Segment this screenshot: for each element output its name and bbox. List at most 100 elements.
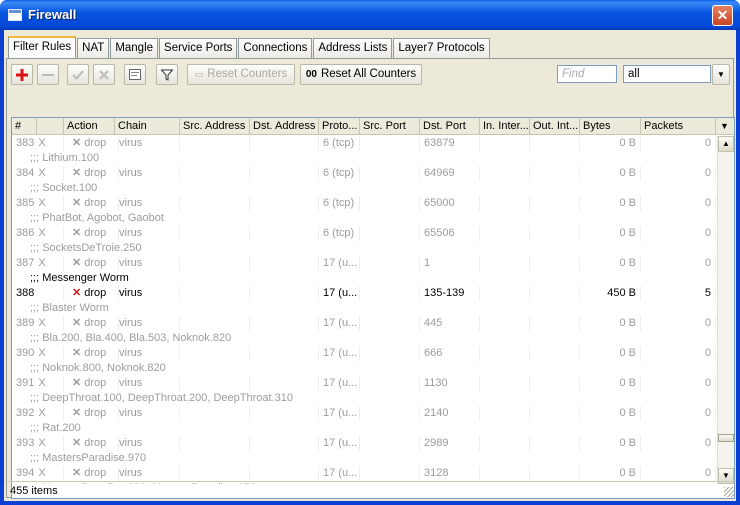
filter-button[interactable] xyxy=(156,64,178,85)
tab-nat[interactable]: NAT xyxy=(77,38,110,58)
action-label: drop xyxy=(84,377,107,389)
table-row[interactable]: 388 ✕ drop virus 17 (u... 135-139 450 B5 xyxy=(12,286,716,301)
col-chain[interactable]: Chain xyxy=(115,118,180,135)
title-bar[interactable]: Firewall ✕ xyxy=(0,0,740,30)
remove-button[interactable] xyxy=(37,64,59,85)
close-button[interactable]: ✕ xyxy=(712,5,733,26)
cell-src-port xyxy=(360,346,420,361)
rule-comment-row[interactable]: ;;; PhatBot, Agobot, Gaobot xyxy=(12,211,716,226)
tab-address-lists[interactable]: Address Lists xyxy=(313,38,393,58)
cell-chain: virus xyxy=(115,376,180,391)
rule-number: 387 xyxy=(16,257,35,269)
vertical-scrollbar[interactable]: ▲ ▼ xyxy=(717,136,734,484)
disable-button[interactable] xyxy=(93,64,115,85)
rule-comment-row[interactable]: ;;; MastersParadise.970 xyxy=(12,451,716,466)
table-row[interactable]: 386 X ✕ drop virus 6 (tcp) 65506 0 B0 xyxy=(12,226,716,241)
tab-layer7-protocols[interactable]: Layer7 Protocols xyxy=(393,38,490,58)
find-input[interactable]: Find xyxy=(557,65,617,83)
cell-protocol: 17 (u... xyxy=(319,436,360,451)
reset-counters-button[interactable]: ▭ Reset Counters xyxy=(187,64,295,85)
cell-packets: 0 xyxy=(641,466,716,481)
tab-filter-rules[interactable]: Filter Rules xyxy=(8,36,77,58)
tab-mangle[interactable]: Mangle xyxy=(110,38,159,58)
scroll-up-icon[interactable]: ▲ xyxy=(718,136,734,152)
table-row[interactable]: 383 X ✕ drop virus 6 (tcp) 63879 0 B0 xyxy=(12,136,716,151)
rule-comment-row[interactable]: ;;; SocketsDeTroie.250 xyxy=(12,241,716,256)
disabled-flag: X xyxy=(38,347,46,359)
table-body: 383 X ✕ drop virus 6 (tcp) 63879 0 B 0;;; Lithiu… xyxy=(12,136,716,484)
table-row[interactable]: 392 X ✕ drop virus 17 (u... 2140 0 B0 xyxy=(12,406,716,421)
tab-connections[interactable]: Connections xyxy=(238,38,313,58)
cell-in-interface xyxy=(480,466,530,481)
cell-dst-port: 445 xyxy=(420,316,480,331)
table-row[interactable]: 391 X ✕ drop virus 17 (u... 1130 0 B0 xyxy=(12,376,716,391)
drop-icon: ✕ xyxy=(72,347,82,359)
cell-action: ✕ drop xyxy=(68,196,119,211)
enable-button[interactable] xyxy=(67,64,89,85)
disabled-flag: X xyxy=(38,137,46,149)
column-menu-icon[interactable]: ▼ xyxy=(715,118,734,135)
col-src-port[interactable]: Src. Port xyxy=(360,118,420,135)
reset-all-counters-button[interactable]: 00 Reset All Counters xyxy=(300,64,422,85)
note-icon xyxy=(129,69,141,80)
rule-comment: ;;; PhatBot, Agobot, Gaobot xyxy=(30,212,164,224)
cell-number: 384 X xyxy=(12,166,64,181)
table-row[interactable]: 385 X ✕ drop virus 6 (tcp) 65000 0 B0 xyxy=(12,196,716,211)
add-button[interactable] xyxy=(11,64,33,85)
status-bar: 455 items xyxy=(4,481,736,499)
cell-src-address xyxy=(180,286,250,301)
cell-number: 390 X xyxy=(12,346,64,361)
cell-chain: virus xyxy=(115,226,180,241)
tab-service-ports[interactable]: Service Ports xyxy=(159,38,238,58)
cell-dst-port: 1130 xyxy=(420,376,480,391)
cell-packets: 0 xyxy=(641,196,716,211)
action-label: drop xyxy=(84,317,107,329)
table-row[interactable]: 384 X ✕ drop virus 6 (tcp) 64969 0 B0 xyxy=(12,166,716,181)
rule-number: 386 xyxy=(16,227,35,239)
rule-comment-row[interactable]: ;;; Socket.100 xyxy=(12,181,716,196)
cell-chain: virus xyxy=(115,346,180,361)
filter-select[interactable]: all xyxy=(623,65,711,83)
rule-comment-row[interactable]: ;;; Bla.200, Bla.400, Bla.503, Noknok.82… xyxy=(12,331,716,346)
cell-src-port xyxy=(360,286,420,301)
cell-src-address xyxy=(180,136,250,151)
rule-comment-row[interactable]: ;;; Rat.200 xyxy=(12,421,716,436)
rule-number: 385 xyxy=(16,197,35,209)
col-action[interactable]: Action xyxy=(64,118,115,135)
action-label: drop xyxy=(84,167,107,179)
rule-comment-row[interactable]: ;;; Messenger Worm xyxy=(12,271,716,286)
resize-grip-icon[interactable] xyxy=(724,487,734,497)
rule-number: 388 xyxy=(16,287,35,299)
table-row[interactable]: 387 X ✕ drop virus 17 (u... 1 0 B0 xyxy=(12,256,716,271)
cell-out-interface xyxy=(530,466,580,481)
cell-dst-port: 3128 xyxy=(420,466,480,481)
rule-comment-row[interactable]: ;;; Lithium.100 xyxy=(12,151,716,166)
cell-out-interface xyxy=(530,166,580,181)
col-src-address[interactable]: Src. Address xyxy=(180,118,250,135)
table-row[interactable]: 393 X ✕ drop virus 17 (u... 2989 0 B0 xyxy=(12,436,716,451)
cell-in-interface xyxy=(480,286,530,301)
col-flags[interactable] xyxy=(37,118,64,135)
col-protocol[interactable]: Proto... xyxy=(319,118,360,135)
col-dst-address[interactable]: Dst. Address xyxy=(250,118,319,135)
table-row[interactable]: 390 X ✕ drop virus 17 (u... 666 0 B0 xyxy=(12,346,716,361)
table-row[interactable]: 389 X ✕ drop virus 17 (u... 445 0 B0 xyxy=(12,316,716,331)
cell-bytes: 450 B xyxy=(580,286,641,301)
rule-comment-row[interactable]: ;;; Blaster Worm xyxy=(12,301,716,316)
cell-bytes: 0 B xyxy=(580,406,641,421)
col-in-interface[interactable]: In. Inter... xyxy=(480,118,530,135)
rule-comment-row[interactable]: ;;; DeepThroat.100, DeepThroat.200, Deep… xyxy=(12,391,716,406)
cell-src-port xyxy=(360,376,420,391)
col-number[interactable]: # xyxy=(12,118,37,135)
scroll-thumb[interactable] xyxy=(718,434,734,442)
col-dst-port[interactable]: Dst. Port xyxy=(420,118,480,135)
filter-select-dropdown-icon[interactable]: ▼ xyxy=(712,64,730,85)
cell-packets: 0 xyxy=(641,346,716,361)
rule-comment-row[interactable]: ;;; Noknok.800, Noknok.820 xyxy=(12,361,716,376)
comment-button[interactable] xyxy=(124,64,146,85)
col-packets[interactable]: Packets xyxy=(641,118,716,135)
col-bytes[interactable]: Bytes xyxy=(580,118,641,135)
col-out-interface[interactable]: Out. Int... xyxy=(530,118,580,135)
action-label: drop xyxy=(84,467,107,479)
table-row[interactable]: 394 X ✕ drop virus 17 (u... 3128 0 B0 xyxy=(12,466,716,481)
